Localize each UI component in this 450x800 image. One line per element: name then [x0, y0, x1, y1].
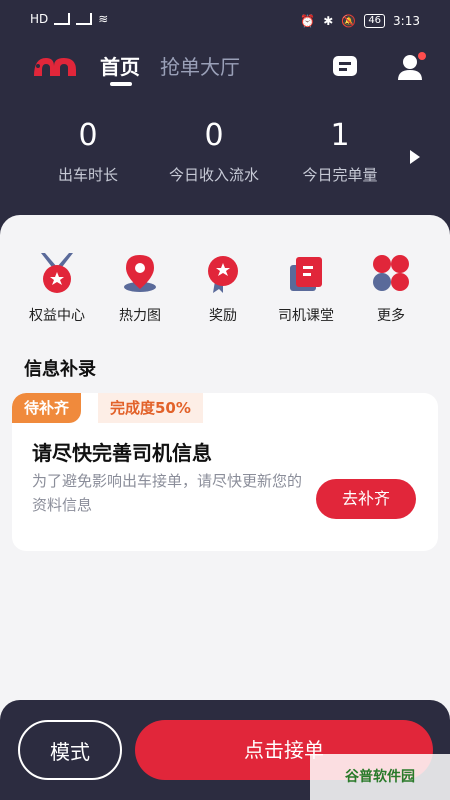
quick-link-label: 司机课堂: [278, 308, 334, 324]
quick-link-benefits[interactable]: 权益中心: [12, 251, 102, 325]
card-description: 为了避免影响出车接单，请尽快更新您的资料信息: [32, 472, 303, 514]
stat-label: 出车时长: [57, 166, 118, 184]
status-time: 3:13: [393, 14, 420, 28]
quick-link-rewards[interactable]: 奖励: [178, 251, 268, 325]
app-logo: [34, 58, 76, 76]
quick-link-label: 奖励: [209, 308, 237, 324]
stat-value: 1: [330, 118, 350, 153]
mode-button[interactable]: 模式: [18, 720, 122, 780]
quick-link-label: 更多: [377, 308, 405, 324]
map-pin-icon: [124, 255, 156, 292]
complete-info-button[interactable]: 去补齐: [316, 479, 416, 519]
signal-icon: [54, 13, 71, 25]
quick-link-more[interactable]: 更多: [346, 251, 436, 325]
notification-dot: [418, 52, 426, 60]
stat-label: 今日收入流水: [168, 166, 259, 184]
battery-indicator: 46: [364, 14, 386, 28]
bluetooth-icon: ✱: [323, 14, 334, 28]
hd-label-1: HD: [30, 12, 49, 26]
stat-value: 0: [204, 118, 224, 153]
stat-value: 0: [78, 118, 98, 153]
status-badge: 待补齐: [12, 393, 82, 423]
header-area: HD ≋ ⏰ ✱ 🔕 46 3:13 首页 抢单大厅 0 出车时长 0 今日收入…: [0, 0, 450, 240]
quick-links: 权益中心 热力图 奖励 司机课堂 更多: [0, 251, 450, 331]
quick-link-label: 热力图: [119, 308, 161, 324]
watermark: 谷普软件园: [310, 754, 450, 800]
tab-order-hall[interactable]: 抢单大厅: [160, 54, 240, 80]
main-content: 权益中心 热力图 奖励 司机课堂 更多 信息补录 完成度50% 待补齐 请尽快完…: [0, 215, 450, 715]
mute-icon: 🔕: [341, 14, 357, 28]
book-icon: [290, 257, 322, 291]
reward-icon: [208, 256, 238, 293]
quick-link-heatmap[interactable]: 热力图: [95, 251, 185, 325]
status-right: ⏰ ✱ 🔕 46 3:13: [300, 14, 420, 28]
quick-link-driver-class[interactable]: 司机课堂: [261, 251, 351, 325]
stat-drive-time[interactable]: 0 出车时长: [28, 118, 148, 185]
quick-link-label: 权益中心: [29, 308, 85, 324]
top-nav: 首页 抢单大厅: [0, 44, 450, 94]
more-icon: [373, 255, 409, 291]
profile-button[interactable]: [396, 52, 426, 82]
progress-badge: 完成度50%: [98, 393, 203, 423]
stats-row: 0 出车时长 0 今日收入流水 1 今日完单量: [0, 118, 450, 198]
stat-label: 今日完单量: [302, 166, 378, 184]
wifi-icon: ≋: [98, 12, 109, 26]
card-title: 请尽快完善司机信息: [32, 441, 212, 465]
status-left: HD ≋: [30, 12, 108, 26]
chevron-right-icon[interactable]: [410, 150, 420, 164]
section-title: 信息补录: [24, 359, 96, 380]
info-card[interactable]: 完成度50% 待补齐 请尽快完善司机信息 为了避免影响出车接单，请尽快更新您的资…: [12, 393, 438, 551]
alarm-icon: ⏰: [300, 14, 316, 28]
stat-orders[interactable]: 1 今日完单量: [280, 118, 400, 185]
tab-home[interactable]: 首页: [100, 54, 140, 80]
status-bar: HD ≋ ⏰ ✱ 🔕 46 3:13: [0, 0, 450, 44]
signal-icon: [76, 13, 93, 25]
message-icon[interactable]: [330, 52, 360, 82]
stat-income[interactable]: 0 今日收入流水: [154, 118, 274, 185]
medal-icon: [41, 253, 73, 293]
tab-home-underline: [110, 82, 132, 86]
